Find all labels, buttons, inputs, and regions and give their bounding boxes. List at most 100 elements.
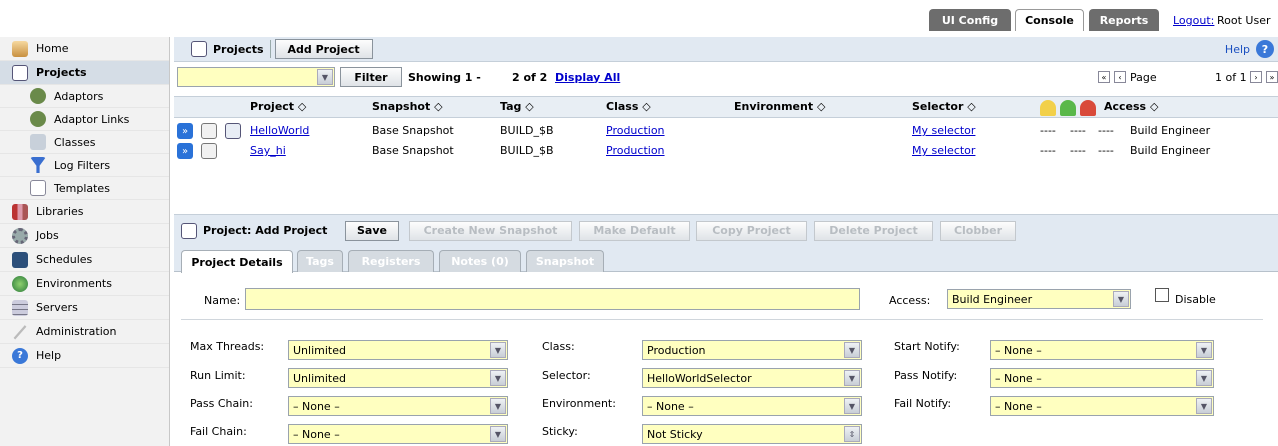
sidebar-item-classes[interactable]: Classes (0, 131, 169, 154)
selector-select[interactable]: HelloWorldSelector ▼ (642, 368, 862, 388)
name-label: Name: (204, 294, 241, 307)
class-label: Class: (542, 340, 575, 353)
fail-notify-select[interactable]: – None – ▼ (990, 396, 1214, 416)
selector-link[interactable]: My selector (912, 144, 975, 157)
perm-cell: ---- (1098, 124, 1114, 137)
prev-page-icon[interactable]: ‹ (1114, 71, 1126, 83)
max-threads-select[interactable]: Unlimited ▼ (288, 340, 508, 360)
sidebar-item-libraries[interactable]: Libraries (0, 200, 169, 224)
tab-registers[interactable]: Registers (348, 250, 434, 272)
sidebar-item-log-filters[interactable]: Log Filters (0, 154, 169, 177)
sidebar-item-home[interactable]: Home (0, 37, 169, 61)
permission-modify-icon (1060, 100, 1076, 116)
pass-chain-label: Pass Chain: (190, 397, 253, 410)
create-snapshot-button[interactable]: Create New Snapshot (409, 220, 572, 241)
sidebar-item-label: Home (36, 42, 69, 55)
fail-chain-label: Fail Chain: (190, 425, 247, 438)
col-class[interactable]: Class ◇ (606, 100, 651, 113)
col-selector[interactable]: Selector ◇ (912, 100, 976, 113)
chevron-down-icon: ▼ (844, 370, 860, 386)
sidebar-item-label: Jobs (36, 229, 59, 242)
help-link[interactable]: Help (1225, 43, 1250, 56)
clobber-button[interactable]: Clobber (940, 220, 1016, 241)
libraries-icon (12, 203, 28, 220)
class-link[interactable]: Production (606, 124, 665, 137)
fail-chain-select[interactable]: – None – ▼ (288, 424, 508, 444)
edit-icon[interactable] (201, 123, 217, 139)
start-notify-select[interactable]: – None – ▼ (990, 340, 1214, 360)
top-bar: UI Config Console Reports Logout: Root U… (0, 0, 1278, 31)
project-link[interactable]: Say_hi (250, 144, 286, 157)
chevron-down-icon: ▼ (1113, 291, 1129, 307)
disable-checkbox[interactable] (1155, 288, 1169, 302)
name-field[interactable] (245, 288, 860, 310)
tab-snapshot[interactable]: Snapshot (526, 250, 604, 272)
tab-ui-config[interactable]: UI Config (929, 9, 1011, 31)
perm-cell: ---- (1098, 144, 1114, 157)
run-icon[interactable]: » (177, 123, 193, 139)
tab-project-details[interactable]: Project Details (181, 250, 293, 273)
pass-notify-select[interactable]: – None – ▼ (990, 368, 1214, 388)
sidebar-item-adaptor-links[interactable]: Adaptor Links (0, 108, 169, 131)
display-all-link[interactable]: Display All (555, 71, 620, 84)
add-project-button[interactable]: Add Project (274, 39, 373, 59)
class-link[interactable]: Production (606, 144, 665, 157)
col-access[interactable]: Access ◇ (1104, 100, 1158, 113)
sticky-select[interactable]: Not Sticky ⇕ (642, 424, 862, 444)
sidebar-item-label: Log Filters (54, 158, 111, 172)
chevron-down-icon: ▼ (844, 342, 860, 358)
sidebar-item-label: Help (36, 349, 62, 362)
copy-project-button[interactable]: Copy Project (696, 220, 807, 241)
class-select[interactable]: Production ▼ (642, 340, 862, 360)
sidebar-item-label: Environments (36, 277, 112, 290)
environment-select[interactable]: – None – ▼ (642, 396, 862, 416)
sidebar-item-environments[interactable]: Environments (0, 272, 169, 296)
edit-alt-icon[interactable] (225, 123, 241, 139)
delete-project-button[interactable]: Delete Project (814, 220, 933, 241)
selector-link[interactable]: My selector (912, 124, 975, 137)
chevron-down-icon: ▼ (490, 342, 506, 358)
access-select[interactable]: Build Engineer ▼ (947, 289, 1131, 309)
save-button[interactable]: Save (345, 220, 399, 241)
last-page-icon[interactable]: » (1266, 71, 1278, 83)
globe-icon (12, 275, 28, 292)
access-value: Build Engineer (952, 292, 1033, 306)
tab-reports[interactable]: Reports (1089, 9, 1159, 31)
tab-console[interactable]: Console (1015, 9, 1084, 31)
col-environment[interactable]: Environment ◇ (734, 100, 825, 113)
sidebar-item-adaptors[interactable]: Adaptors (0, 85, 169, 108)
run-icon[interactable]: » (177, 143, 193, 159)
logout-link[interactable]: Logout: (1173, 14, 1214, 27)
filter-icon (30, 157, 46, 173)
sidebar-item-schedules[interactable]: Schedules (0, 248, 169, 272)
filter-select[interactable]: ▼ (177, 67, 335, 87)
server-icon (12, 299, 28, 316)
sidebar-item-servers[interactable]: Servers (0, 296, 169, 320)
chevron-down-icon: ▼ (317, 69, 333, 85)
edit-icon[interactable] (201, 143, 217, 159)
col-snapshot[interactable]: Snapshot ◇ (372, 100, 443, 113)
col-tag[interactable]: Tag ◇ (500, 100, 534, 113)
pass-chain-select[interactable]: – None – ▼ (288, 396, 508, 416)
first-page-icon[interactable]: « (1098, 71, 1110, 83)
tab-notes[interactable]: Notes (0) (439, 250, 521, 272)
next-page-icon[interactable]: › (1250, 71, 1262, 83)
sidebar-item-projects[interactable]: Projects (0, 61, 169, 85)
make-default-button[interactable]: Make Default (579, 220, 690, 241)
projects-title: Projects (213, 42, 264, 56)
run-limit-select[interactable]: Unlimited ▼ (288, 368, 508, 388)
fail-notify-value: – None – (995, 399, 1042, 413)
tab-tags[interactable]: Tags (297, 250, 343, 272)
projects-icon (12, 64, 28, 81)
help-icon[interactable]: ? (1256, 40, 1274, 58)
sidebar-item-administration[interactable]: Administration (0, 320, 169, 344)
col-project[interactable]: Project ◇ (250, 100, 306, 113)
chevron-down-icon: ▼ (490, 426, 506, 442)
sidebar-item-help[interactable]: ? Help (0, 344, 169, 368)
projects-header: Projects Add Project Help ? (174, 37, 1278, 62)
perm-cell: ---- (1040, 124, 1056, 137)
project-link[interactable]: HelloWorld (250, 124, 309, 137)
filter-button[interactable]: Filter (340, 67, 402, 87)
sidebar-item-jobs[interactable]: Jobs (0, 224, 169, 248)
sidebar-item-templates[interactable]: Templates (0, 177, 169, 200)
